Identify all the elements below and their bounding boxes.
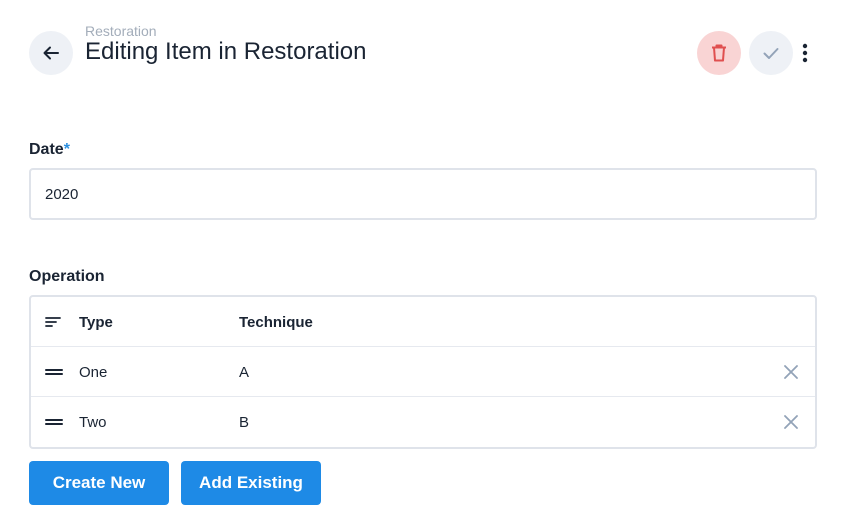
create-new-button[interactable]: Create New (29, 461, 169, 505)
cell-technique: A (239, 363, 250, 381)
close-icon (784, 415, 798, 429)
drag-handle-icon[interactable] (45, 347, 65, 397)
add-existing-button[interactable]: Add Existing (181, 461, 321, 505)
remove-row-button[interactable] (779, 397, 803, 447)
page-header: Restoration Editing Item in Restoration (0, 0, 846, 100)
save-button[interactable] (749, 31, 793, 75)
column-header-type[interactable]: Type (79, 297, 113, 347)
close-icon (784, 365, 798, 379)
sort-icon[interactable] (45, 297, 65, 347)
cell-type: One (79, 363, 108, 381)
breadcrumb[interactable]: Restoration (85, 23, 157, 39)
operation-table: Type Technique One A Two B (29, 295, 817, 449)
operation-label: Operation (29, 268, 105, 285)
more-vertical-icon (802, 43, 808, 63)
date-label: Date* (29, 141, 70, 159)
cell-type: Two (79, 413, 107, 431)
trash-icon (712, 44, 726, 62)
arrow-left-icon (43, 46, 59, 60)
date-input[interactable] (29, 168, 817, 220)
table-row[interactable]: Two B (31, 397, 815, 447)
more-options-button[interactable] (797, 37, 813, 69)
drag-handle-icon[interactable] (45, 397, 65, 447)
required-mark: * (63, 141, 70, 158)
column-header-technique[interactable]: Technique (239, 297, 313, 347)
delete-button[interactable] (697, 31, 741, 75)
table-header-row: Type Technique (31, 297, 815, 347)
remove-row-button[interactable] (779, 347, 803, 397)
cell-technique: B (239, 413, 250, 431)
back-button[interactable] (29, 31, 73, 75)
check-icon (763, 48, 779, 59)
page-title: Editing Item in Restoration (85, 38, 367, 65)
date-label-text: Date (29, 141, 64, 158)
table-row[interactable]: One A (31, 347, 815, 397)
